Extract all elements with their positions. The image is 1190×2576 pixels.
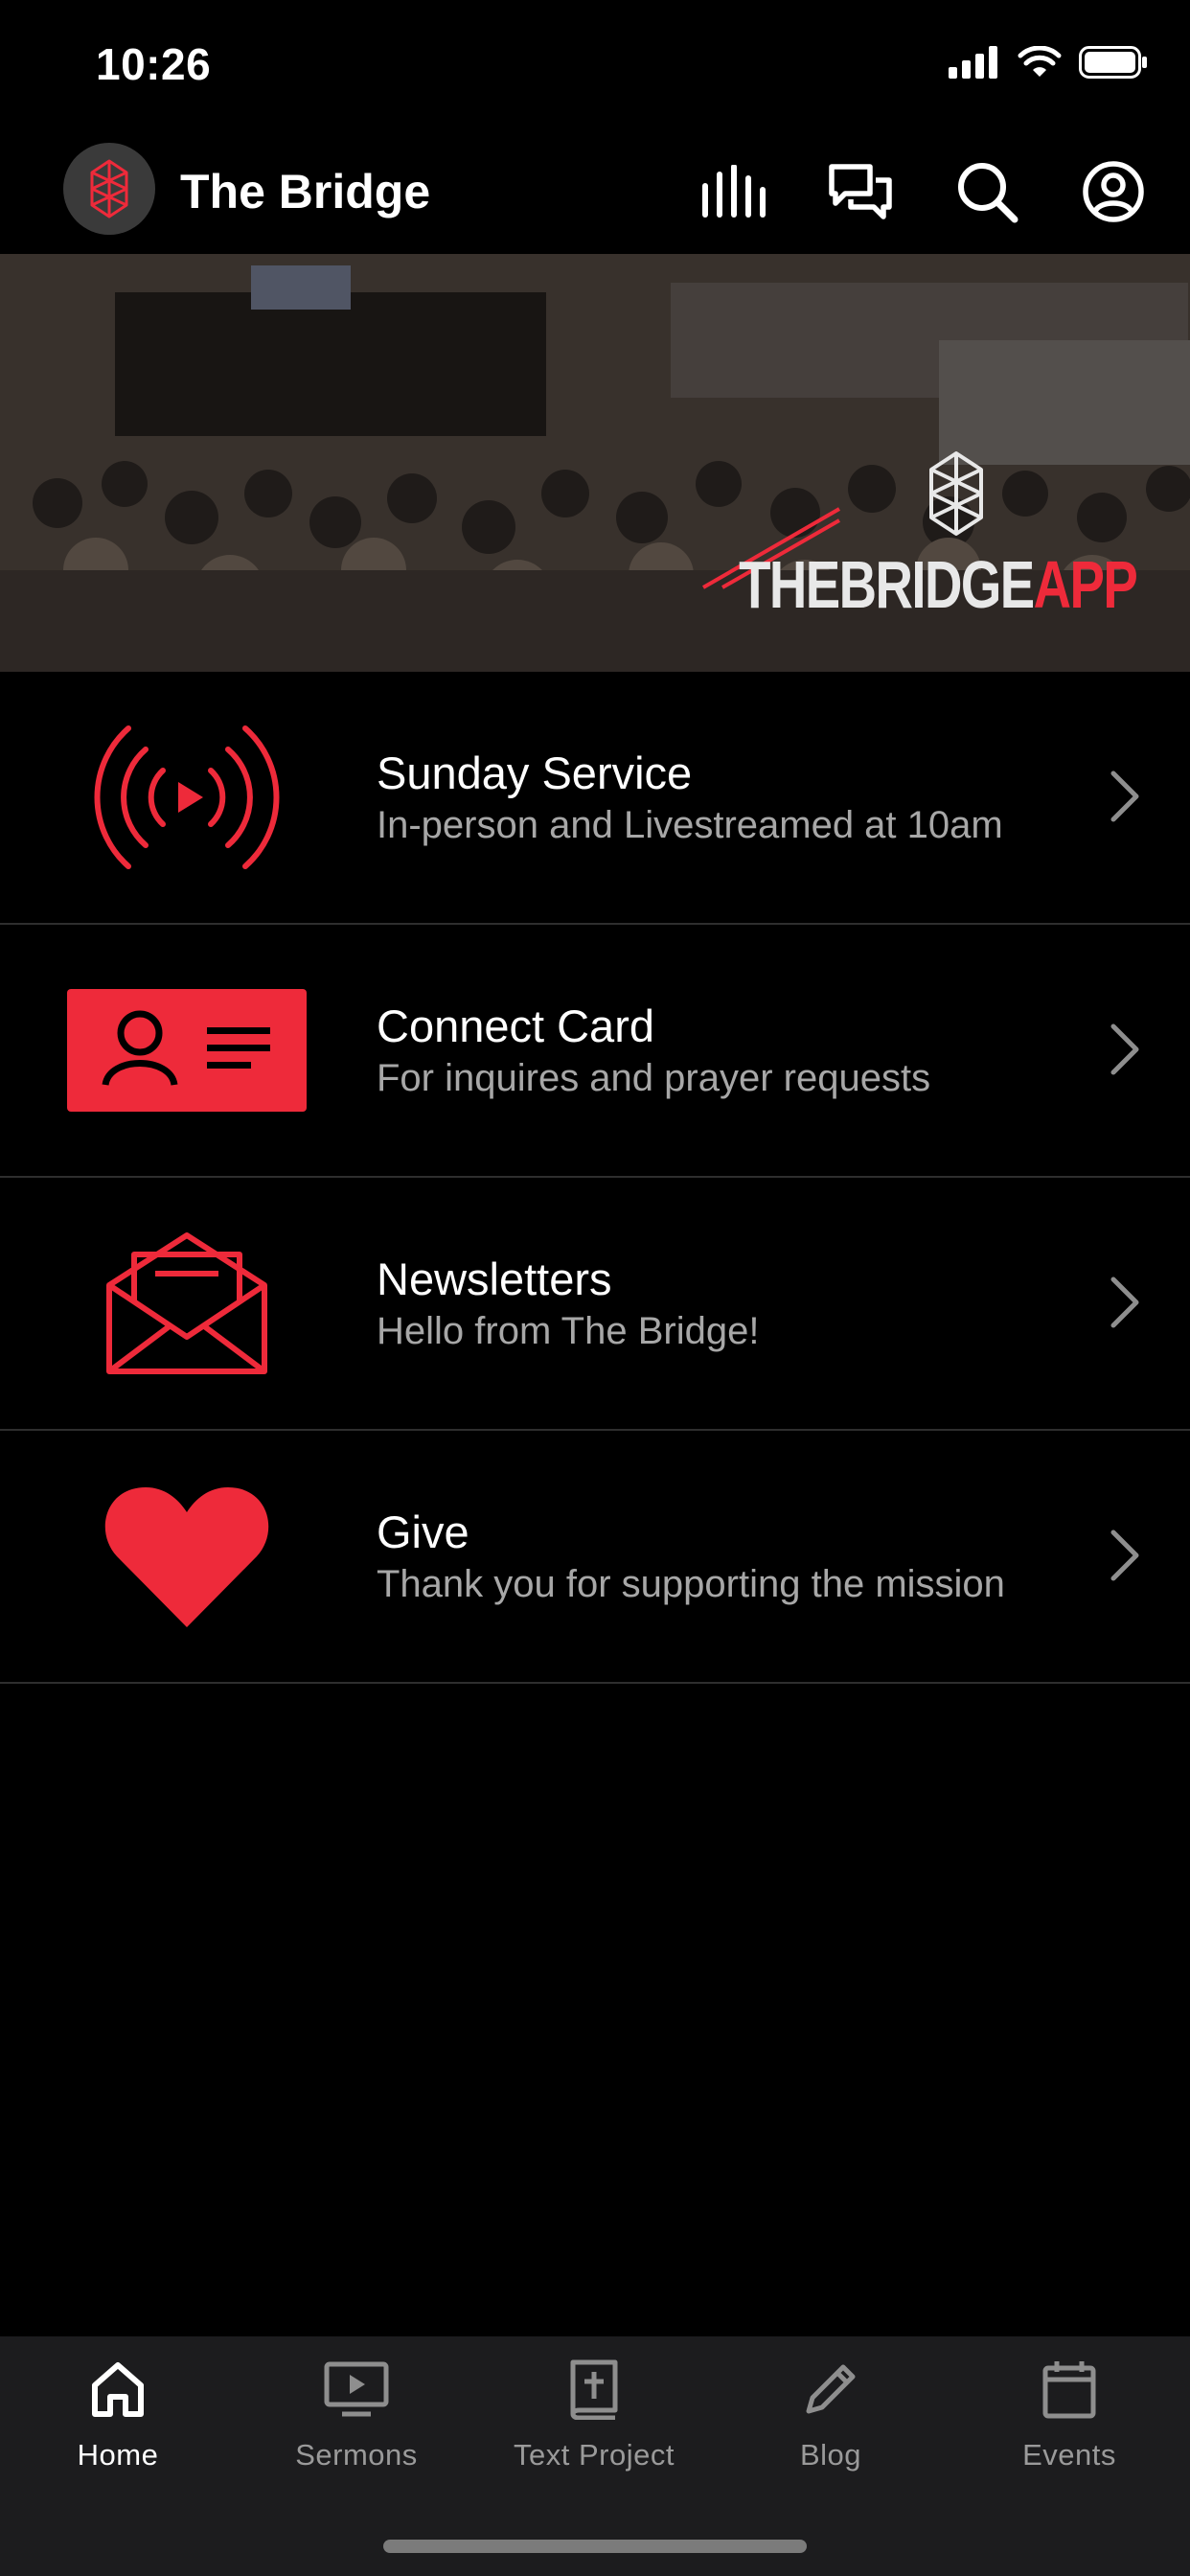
calendar-icon	[1042, 2361, 1096, 2419]
home-indicator	[383, 2540, 807, 2553]
tab-events[interactable]: Events	[973, 2356, 1165, 2499]
tab-text-project[interactable]: Text Project	[498, 2356, 690, 2499]
tab-label: Text Project	[514, 2438, 675, 2472]
user-circle-icon	[1083, 161, 1144, 222]
menu-item-title: Connect Card	[377, 1000, 654, 1051]
battery-icon	[1079, 46, 1147, 79]
app-title: The Bridge	[180, 165, 431, 218]
menu-item-connect-card[interactable]: Connect Card For inquires and prayer req…	[0, 925, 1190, 1178]
envelope-icon	[106, 1232, 267, 1374]
status-icons	[949, 46, 1148, 79]
chat-bubbles-icon	[829, 164, 892, 219]
menu-item-subtitle: Hello from The Bridge!	[377, 1310, 760, 1352]
bottom-tab-bar: Home Sermons Text Project Blog Events	[0, 2336, 1190, 2576]
banner-wordmark: THEBRIDGEAPP	[627, 546, 1138, 623]
tab-label: Events	[1022, 2438, 1116, 2472]
menu-item-subtitle: In-person and Livestreamed at 10am	[377, 804, 1003, 846]
menu-item-title: Newsletters	[377, 1254, 612, 1304]
status-bar: 10:26	[0, 0, 1190, 129]
contact-card-icon	[67, 989, 307, 1112]
audio-button[interactable]	[696, 153, 772, 230]
menu-list: Sunday Service In-person and Livestreame…	[0, 672, 1190, 1684]
app-header: The Bridge	[0, 129, 1190, 254]
banner-bridge-logo-icon	[929, 451, 983, 536]
tab-label: Sermons	[295, 2438, 418, 2472]
tab-home[interactable]: Home	[22, 2356, 214, 2499]
chevron-right-icon	[1110, 770, 1139, 822]
status-time: 10:26	[96, 39, 212, 89]
wordmark-white: THEBRIDGE	[738, 547, 1035, 622]
wordmark-red: APP	[1033, 547, 1137, 622]
tab-label: Home	[77, 2438, 159, 2472]
menu-item-newsletters[interactable]: Newsletters Hello from The Bridge!	[0, 1178, 1190, 1431]
pencil-icon	[806, 2364, 856, 2414]
cellular-signal-icon	[949, 46, 997, 79]
header-actions	[696, 153, 1152, 230]
home-icon	[92, 2362, 144, 2417]
chevron-right-icon	[1110, 1024, 1139, 1075]
hero-banner[interactable]: THEBRIDGEAPP	[0, 254, 1190, 672]
search-button[interactable]	[949, 153, 1025, 230]
tab-blog[interactable]: Blog	[735, 2356, 927, 2499]
menu-item-sunday-service[interactable]: Sunday Service In-person and Livestreame…	[0, 672, 1190, 925]
chevron-right-icon	[1110, 1530, 1139, 1581]
menu-item-title: Give	[377, 1506, 469, 1557]
livestream-icon	[94, 725, 280, 869]
profile-button[interactable]	[1075, 153, 1152, 230]
heart-icon	[104, 1487, 269, 1627]
audio-bars-icon	[702, 165, 766, 218]
video-screen-icon	[324, 2361, 389, 2417]
bible-icon	[570, 2359, 618, 2420]
tab-sermons[interactable]: Sermons	[261, 2356, 452, 2499]
tab-label: Blog	[799, 2438, 862, 2472]
menu-item-give[interactable]: Give Thank you for supporting the missio…	[0, 1431, 1190, 1684]
wifi-icon	[1018, 46, 1062, 77]
chevron-right-icon	[1110, 1276, 1139, 1328]
menu-item-subtitle: For inquires and prayer requests	[377, 1057, 931, 1099]
bridge-logo-icon	[90, 159, 128, 218]
menu-item-title: Sunday Service	[377, 748, 693, 798]
chat-button[interactable]	[822, 153, 899, 230]
church-logo-avatar[interactable]	[63, 143, 155, 235]
search-icon	[958, 163, 1018, 223]
menu-item-subtitle: Thank you for supporting the mission	[377, 1563, 1005, 1605]
